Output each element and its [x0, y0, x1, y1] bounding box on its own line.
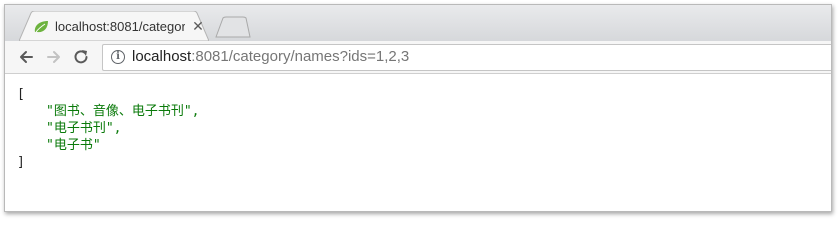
json-item-1: "图书、音像、电子书刊",	[46, 104, 200, 119]
tab-title: localhost:8081/categor	[55, 19, 185, 34]
json-open-bracket: [	[17, 87, 25, 102]
close-tab-icon[interactable]: ✕	[191, 19, 205, 33]
info-icon[interactable]: i	[111, 50, 125, 64]
json-viewer: [ "图书、音像、电子书刊", "电子书刊", "电子书" ]	[17, 86, 199, 171]
json-item-3: "电子书"	[46, 138, 101, 153]
browser-window: localhost:8081/categor ✕ i localhost:808…	[4, 4, 832, 212]
json-item-2: "电子书刊",	[46, 121, 122, 136]
url-host: localhost	[132, 48, 192, 65]
forward-arrow-icon[interactable]	[45, 48, 63, 66]
toolbar: i localhost:8081/category/names?ids=1,2,…	[5, 41, 831, 74]
reload-icon[interactable]	[72, 48, 90, 66]
url-path: :8081/category/names?ids=1,2,3	[191, 48, 410, 65]
address-bar[interactable]: i localhost:8081/category/names?ids=1,2,…	[102, 44, 831, 71]
page-content: [ "图书、音像、电子书刊", "电子书刊", "电子书" ]	[5, 74, 831, 211]
tab-strip: localhost:8081/categor ✕	[5, 5, 831, 41]
tab-active[interactable]: localhost:8081/categor ✕	[19, 11, 209, 41]
json-close-bracket: ]	[17, 155, 25, 170]
url-text[interactable]: localhost:8081/category/names?ids=1,2,3	[132, 48, 409, 65]
new-tab-button[interactable]	[215, 16, 251, 38]
spring-leaf-icon	[34, 21, 48, 33]
back-arrow-icon[interactable]	[17, 48, 35, 66]
